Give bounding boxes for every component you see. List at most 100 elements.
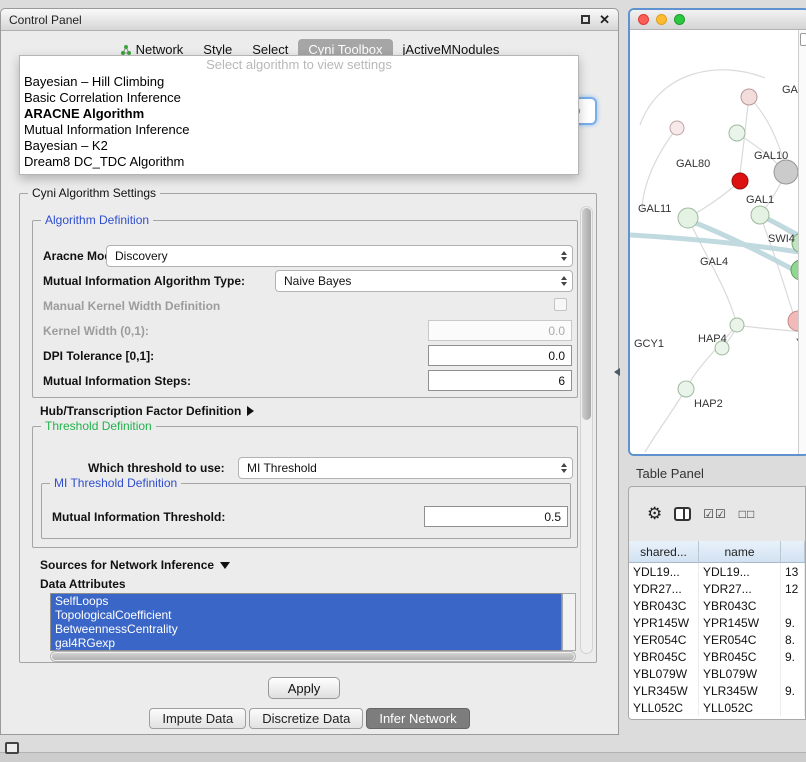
attribute-item-selected[interactable]: SelfLoops	[51, 594, 561, 608]
dropdown-item[interactable]: Bayesian – K2	[20, 138, 578, 154]
table-panel-title: Table Panel	[636, 466, 704, 481]
columns-icon[interactable]	[674, 507, 691, 521]
attributes-vertical-scrollbar[interactable]	[562, 593, 576, 651]
cell: YPR145W	[629, 614, 699, 631]
close-traffic-light[interactable]	[638, 14, 649, 25]
mi-type-combobox[interactable]: Naive Bayes	[275, 270, 573, 292]
cell: YBR043C	[629, 597, 699, 614]
cell: YPR145W	[699, 614, 781, 631]
node-label[interactable]: GCY1	[634, 338, 664, 350]
panel-toggle-icon[interactable]	[5, 742, 19, 754]
tab-discretize-data[interactable]: Discretize Data	[249, 708, 363, 729]
settings-scrollbar[interactable]	[580, 206, 593, 654]
attribute-item-selected[interactable]: gal4RGexp	[51, 636, 561, 650]
table-row[interactable]: YLR345W YLR345W 9.	[629, 682, 805, 699]
dropdown-placeholder: Select algorithm to view settings	[20, 56, 578, 74]
mi-threshold-label: Mutual Information Threshold:	[52, 510, 225, 524]
sources-disclosure[interactable]: Sources for Network Inference	[40, 558, 230, 572]
combobox-arrows-icon	[561, 463, 567, 473]
node-label[interactable]: GAL10	[754, 150, 788, 162]
cell: YDL19...	[629, 563, 699, 580]
group-title: Cyni Algorithm Settings	[28, 186, 160, 200]
network-window-titlebar	[630, 10, 806, 30]
cell: 9.	[781, 614, 805, 631]
combobox-arrows-icon	[561, 276, 567, 286]
restore-window-icon[interactable]	[581, 15, 590, 24]
scrollbar-thumb[interactable]	[582, 208, 591, 420]
close-window-icon[interactable]: ✕	[599, 13, 610, 26]
threshold-combobox[interactable]: MI Threshold	[238, 457, 573, 479]
manual-kernel-checkbox[interactable]	[554, 298, 567, 311]
dpi-tolerance-label: DPI Tolerance [0,1]:	[43, 349, 154, 363]
table-row[interactable]: YBR045C YBR045C 9.	[629, 648, 805, 665]
tab-label: Discretize Data	[262, 711, 350, 726]
panel-collapse-arrow-icon[interactable]	[614, 368, 620, 376]
node-label[interactable]: HAP4	[698, 333, 727, 345]
node-label[interactable]: GAL80	[676, 158, 710, 170]
network-vertical-scrollbar[interactable]	[798, 30, 806, 454]
tab-label: Infer Network	[379, 711, 456, 726]
hub-definition-disclosure[interactable]: Hub/Transcription Factor Definition	[40, 404, 254, 418]
table-row[interactable]: YBL079W YBL079W	[629, 665, 805, 682]
control-panel-titlebar: Control Panel ✕	[1, 9, 618, 31]
cell: YDR27...	[629, 580, 699, 597]
minimize-traffic-light[interactable]	[656, 14, 667, 25]
column-header[interactable]: name	[699, 541, 781, 563]
mi-threshold-field[interactable]: 0.5	[424, 506, 568, 527]
column-header[interactable]	[781, 541, 805, 563]
gear-icon[interactable]: ⚙	[647, 504, 662, 524]
table-row[interactable]: YER054C YER054C 8.	[629, 631, 805, 648]
table-row[interactable]: YLL052C YLL052C	[629, 699, 805, 716]
zoom-traffic-light[interactable]	[674, 14, 685, 25]
node-label[interactable]: GAL1	[746, 194, 774, 206]
attribute-item-selected[interactable]: BetweennessCentrality	[51, 622, 561, 636]
scrollbar-thumb[interactable]	[800, 33, 806, 46]
kernel-width-label: Kernel Width (0,1):	[43, 324, 149, 338]
cell: YER054C	[629, 631, 699, 648]
column-header[interactable]: shared...	[629, 541, 699, 563]
mi-threshold-group: MI Threshold Definition Mutual Informati…	[41, 483, 571, 539]
data-attributes-list[interactable]: SelfLoops TopologicalCoefficient Between…	[50, 593, 562, 651]
attribute-item-selected[interactable]: TopologicalCoefficient	[51, 608, 561, 622]
combobox-arrows-icon	[561, 251, 567, 261]
tab-impute-data[interactable]: Impute Data	[149, 708, 246, 729]
table-panel-window: ⚙ ☑☑ □□ shared... name YDL19... YDL19...…	[628, 486, 806, 720]
node-label[interactable]: GAL11	[638, 203, 671, 215]
table-toolbar: ⚙ ☑☑ □□	[629, 487, 805, 541]
attributes-horizontal-scrollbar[interactable]	[50, 651, 576, 662]
aracne-mode-combobox[interactable]: Discovery	[106, 245, 573, 267]
deselect-all-checkboxes-icon[interactable]: □□	[739, 507, 756, 521]
group-title: Algorithm Definition	[41, 213, 153, 227]
select-all-checkboxes-icon[interactable]: ☑☑	[703, 507, 727, 521]
node-label[interactable]: HAP2	[694, 398, 723, 410]
algorithm-dropdown-popup: Select algorithm to view settings Bayesi…	[19, 55, 579, 175]
chevron-right-icon	[247, 406, 254, 416]
dropdown-item[interactable]: Dream8 DC_TDC Algorithm	[20, 154, 578, 170]
node-label[interactable]: SWI4	[768, 233, 795, 245]
tab-label: Impute Data	[162, 711, 233, 726]
table-row[interactable]: YDR27... YDR27... 12	[629, 580, 805, 597]
dropdown-item[interactable]: Bayesian – Hill Climbing	[20, 74, 578, 90]
network-canvas[interactable]: GAL80 GAL10 GAL11 GAL1 SWI4 GAL4 GCY1 HA…	[630, 30, 806, 456]
which-threshold-label: Which threshold to use:	[88, 461, 225, 475]
hub-definition-label: Hub/Transcription Factor Definition	[40, 404, 241, 418]
apply-button[interactable]: Apply	[268, 677, 340, 699]
tab-infer-network[interactable]: Infer Network	[366, 708, 469, 729]
table-row[interactable]: YDL19... YDL19... 13	[629, 563, 805, 580]
dpi-tolerance-field[interactable]: 0.0	[428, 345, 572, 366]
scrollbar-thumb[interactable]	[52, 653, 574, 660]
window-title: Control Panel	[9, 13, 82, 27]
table-row[interactable]: YBR043C YBR043C	[629, 597, 805, 614]
dropdown-item-selected[interactable]: ARACNE Algorithm	[20, 106, 578, 122]
data-attributes-label: Data Attributes	[40, 577, 126, 591]
kernel-width-field[interactable]: 0.0	[428, 320, 572, 341]
mi-steps-field[interactable]: 6	[428, 370, 572, 391]
node-label[interactable]: GAL4	[700, 256, 728, 268]
dropdown-item[interactable]: Mutual Information Inference	[20, 122, 578, 138]
cell: 12	[781, 580, 805, 597]
field-value: 6	[558, 374, 565, 388]
cell	[781, 597, 805, 614]
sources-label: Sources for Network Inference	[40, 558, 214, 572]
table-row[interactable]: YPR145W YPR145W 9.	[629, 614, 805, 631]
dropdown-item[interactable]: Basic Correlation Inference	[20, 90, 578, 106]
